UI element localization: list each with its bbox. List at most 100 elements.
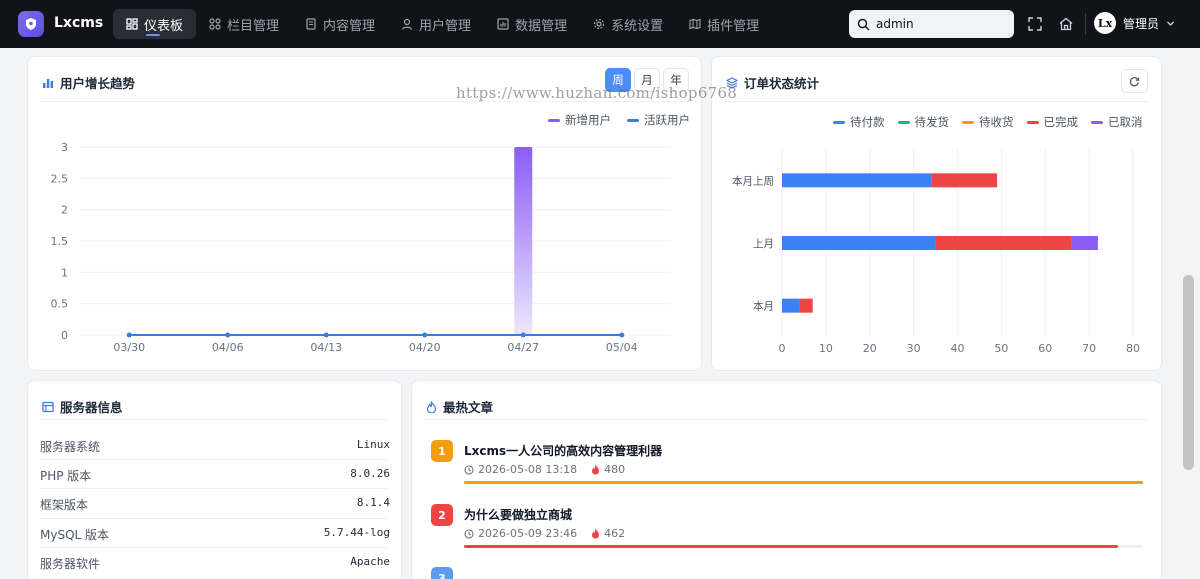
- nav-item-columns[interactable]: 栏目管理: [196, 9, 292, 39]
- framework-version-row: 框架版本 8.1.4: [40, 496, 390, 513]
- nav-label: 内容管理: [323, 18, 376, 34]
- article-title[interactable]: 为什么要做独立商城: [464, 506, 572, 523]
- document-icon: [306, 18, 316, 30]
- search-icon: [857, 18, 870, 30]
- info-label: 框架版本: [40, 498, 89, 512]
- nav-label: 数据管理: [515, 18, 568, 34]
- article-views: 480: [604, 463, 626, 476]
- scrollbar-thumb[interactable]: [1183, 275, 1194, 470]
- y-tick-label: 本月上周: [732, 174, 774, 187]
- x-tick-label: 10: [819, 342, 833, 355]
- bar-segment: [782, 236, 936, 250]
- x-tick-label: 04/06: [212, 341, 244, 354]
- point-active-users: [422, 332, 428, 338]
- fire-icon: [592, 464, 600, 475]
- nav-item-data[interactable]: 数据管理: [484, 9, 580, 39]
- info-value: Apache: [350, 555, 390, 568]
- y-tick-label: 2: [61, 204, 68, 217]
- info-label: MySQL 版本: [40, 528, 110, 542]
- point-active-users: [619, 332, 625, 338]
- main-nav: 仪表板 栏目管理 内容管理 用户管理 数据管理 系统设置 插件管理: [113, 9, 772, 39]
- article-views-wrap: 462: [591, 527, 625, 540]
- bar-segment: [931, 173, 997, 188]
- order-status-card: 订单状态统计 待付款 待发货 待收货 已完成 已取消 0 10 20 30 40 50 60…: [711, 56, 1162, 371]
- nav-item-users[interactable]: 用户管理: [388, 9, 484, 39]
- nav-item-content[interactable]: 内容管理: [292, 9, 388, 39]
- top-navbar: Lxcms 仪表板 栏目管理 内容管理 用户管理 数据管理 系统设置 插件管理: [0, 0, 1200, 48]
- bar-segment: [1071, 236, 1098, 250]
- card-divider: [424, 419, 1149, 420]
- server-software-row: 服务器软件 Apache: [40, 555, 390, 572]
- home-icon[interactable]: [1058, 16, 1074, 32]
- user-growth-chart: 0 0.5 1 1.5 2 2.5 3 03/30 04/06 04/13 04/20 04/27 05…: [51, 141, 671, 354]
- x-tick-label: 03/30: [113, 341, 145, 354]
- nav-item-dashboard[interactable]: 仪表板: [113, 9, 197, 39]
- bar-segment: [935, 236, 1072, 250]
- row-divider: [40, 488, 390, 489]
- user-menu[interactable]: Lx 管理员: [1094, 12, 1175, 34]
- info-label: 服务器软件: [40, 557, 101, 571]
- rank-badge: 3: [431, 567, 453, 579]
- clock-icon: [464, 464, 474, 475]
- y-tick-label: 上月: [753, 238, 774, 250]
- x-tick-label: 04/20: [409, 341, 441, 354]
- info-value: 8.1.4: [356, 496, 390, 509]
- y-tick-label: 0.5: [51, 298, 69, 311]
- x-tick-label: 05/04: [606, 341, 638, 354]
- heat-bar-fill: [464, 481, 1143, 484]
- nav-item-plugins[interactable]: 插件管理: [676, 9, 772, 39]
- point-active-users: [520, 332, 526, 338]
- toolbar-divider: [1085, 13, 1086, 35]
- grid-icon: [209, 18, 221, 30]
- brand-name[interactable]: Lxcms: [54, 15, 103, 31]
- avatar: Lx: [1094, 12, 1116, 34]
- flame-icon: [426, 400, 437, 413]
- article-date: 2026-05-08 13:18: [478, 463, 578, 476]
- point-active-users: [323, 332, 329, 338]
- search-box[interactable]: [849, 10, 1014, 38]
- row-divider: [40, 518, 390, 519]
- bar-segment: [782, 298, 800, 313]
- card-title-text: 最热文章: [443, 400, 494, 415]
- x-tick-label: 04/27: [507, 341, 539, 354]
- y-tick-label: 0: [61, 329, 68, 342]
- y-tick-label: 3: [61, 141, 68, 154]
- fullscreen-icon[interactable]: [1027, 16, 1043, 32]
- nav-label: 系统设置: [611, 18, 664, 34]
- fire-icon: [592, 528, 600, 539]
- row-divider: [40, 547, 390, 548]
- card-title-text: 服务器信息: [60, 400, 123, 415]
- watermark-text: https://www.huzhan.com/ishop6768: [456, 84, 738, 102]
- chevron-down-icon: [1167, 21, 1174, 26]
- x-tick-label: 30: [907, 342, 921, 355]
- y-tick-label: 2.5: [51, 172, 69, 185]
- hot-articles-card: 最热文章 1 Lxcms一人公司的高效内容管理利器 2026-05-08 13:…: [411, 380, 1162, 579]
- article-title[interactable]: Lxcms一人公司的高效内容管理利器: [464, 442, 662, 459]
- search-input[interactable]: [876, 17, 1006, 31]
- x-tick-label: 40: [951, 342, 965, 355]
- article-meta: 2026-05-08 13:18 480: [464, 463, 625, 476]
- php-version-row: PHP 版本 8.0.26: [40, 467, 390, 484]
- article-date-wrap: 2026-05-09 23:46: [464, 527, 577, 540]
- logo-icon[interactable]: [18, 11, 44, 37]
- gear-icon: [593, 18, 605, 30]
- card-title: 服务器信息: [42, 397, 123, 416]
- article-views: 462: [604, 527, 626, 540]
- x-tick-label: 04/13: [310, 341, 342, 354]
- rank-badge: 1: [431, 440, 453, 462]
- user-icon: [401, 18, 413, 30]
- nav-item-settings[interactable]: 系统设置: [580, 9, 676, 39]
- info-value: 5.7.44-log: [323, 526, 390, 539]
- rank-badge: 2: [431, 504, 453, 526]
- nav-label: 仪表板: [144, 18, 184, 34]
- mysql-version-row: MySQL 版本 5.7.44-log: [40, 526, 390, 543]
- point-active-users: [126, 332, 132, 338]
- order-status-chart: 0 10 20 30 40 50 60 70 80 本月上周上月本月: [732, 149, 1140, 355]
- clock-icon: [464, 528, 474, 539]
- x-tick-label: 80: [1126, 342, 1140, 355]
- point-active-users: [225, 332, 231, 338]
- user-growth-card: 用户增长趋势 周 月 年 新增用户 活跃用户 0 0.5 1 1.5 2 2.5 3 03/3…: [27, 56, 702, 371]
- bar-new-users: [514, 147, 533, 335]
- nav-label: 栏目管理: [227, 18, 280, 34]
- x-tick-label: 20: [863, 342, 877, 355]
